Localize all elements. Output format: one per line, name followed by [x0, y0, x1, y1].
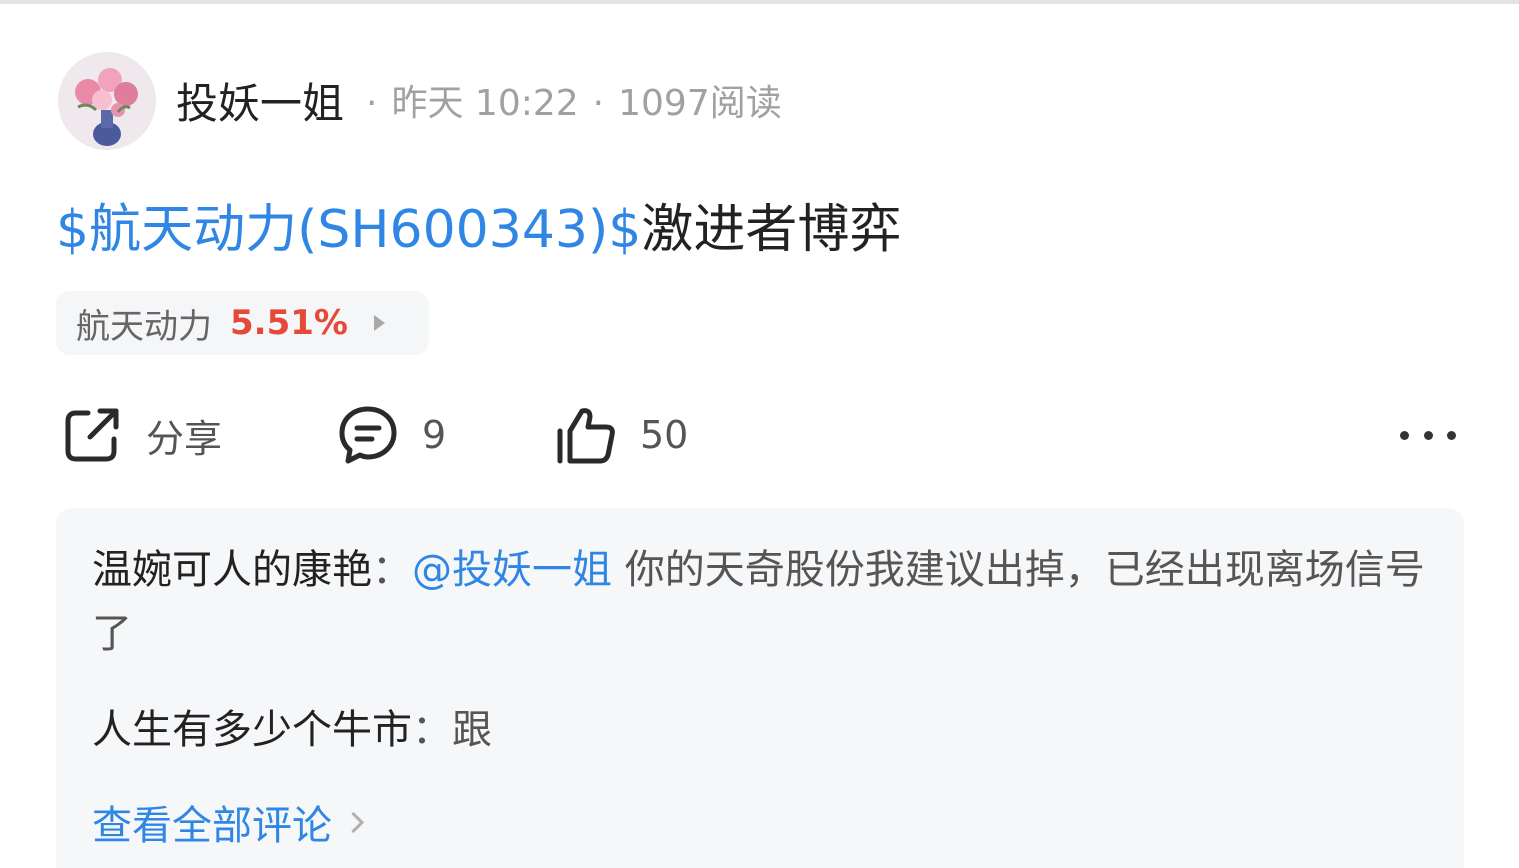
post-content: $航天动力(SH600343)$ 激进者博弈 [56, 188, 901, 260]
comment-item[interactable]: 温婉可人的康艳：@投妖一姐 你的天奇股份我建议出掉，已经出现离场信号了 [92, 538, 1432, 666]
comment-bubble-icon [339, 406, 397, 464]
post-time: 昨天 10:22 [391, 83, 579, 124]
share-icon [65, 408, 119, 462]
more-options-button[interactable] [1400, 415, 1456, 455]
share-button[interactable]: 分享 [60, 403, 222, 467]
author-name[interactable]: 投妖一姐 [176, 70, 344, 131]
read-count: 1097阅读 [618, 83, 782, 124]
stock-tag-link[interactable]: $航天动力(SH600343)$ [56, 187, 641, 262]
comment-item[interactable]: 人生有多少个牛市：跟 [92, 698, 1432, 762]
post-body-text: 激进者博弈 [641, 199, 902, 260]
post-header: 投妖一姐 · 昨天 10:22 · 1097阅读 [176, 72, 782, 128]
commenter-name[interactable]: 温婉可人的康艳 [92, 547, 372, 593]
comments-preview: 温婉可人的康艳：@投妖一姐 你的天奇股份我建议出掉，已经出现离场信号了 人生有多… [56, 508, 1464, 868]
stock-chip[interactable]: 航天动力 5.51% [56, 291, 429, 355]
share-label: 分享 [146, 416, 223, 461]
comment-mention[interactable]: @投妖一姐 [412, 547, 612, 593]
commenter-name[interactable]: 人生有多少个牛市 [92, 707, 412, 753]
more-dots-icon [1400, 430, 1409, 440]
avatar[interactable] [58, 52, 156, 150]
chevron-right-icon [342, 811, 365, 833]
more-dots-icon [1447, 430, 1456, 440]
meta-separator: · [592, 83, 605, 124]
comment-count: 9 [422, 413, 447, 457]
view-all-comments-link[interactable]: 查看全部评论 [92, 788, 365, 856]
view-all-comments-label: 查看全部评论 [92, 803, 332, 849]
post-meta: · 昨天 10:22 · 1097阅读 [352, 74, 782, 126]
top-divider [0, 0, 1519, 4]
like-count: 50 [640, 413, 689, 457]
thumbs-up-icon [557, 408, 615, 464]
play-arrow-icon [373, 315, 385, 331]
meta-separator: · [366, 83, 378, 124]
comment-button[interactable]: 9 [336, 403, 446, 467]
more-dots-icon [1423, 430, 1433, 440]
comment-colon: ： [412, 707, 452, 753]
comment-text: 跟 [452, 707, 492, 753]
stock-chip-name: 航天动力 [76, 306, 212, 347]
comment-colon: ： [372, 547, 412, 593]
like-button[interactable]: 50 [554, 403, 688, 467]
stock-chip-change: 5.51% [230, 303, 348, 343]
